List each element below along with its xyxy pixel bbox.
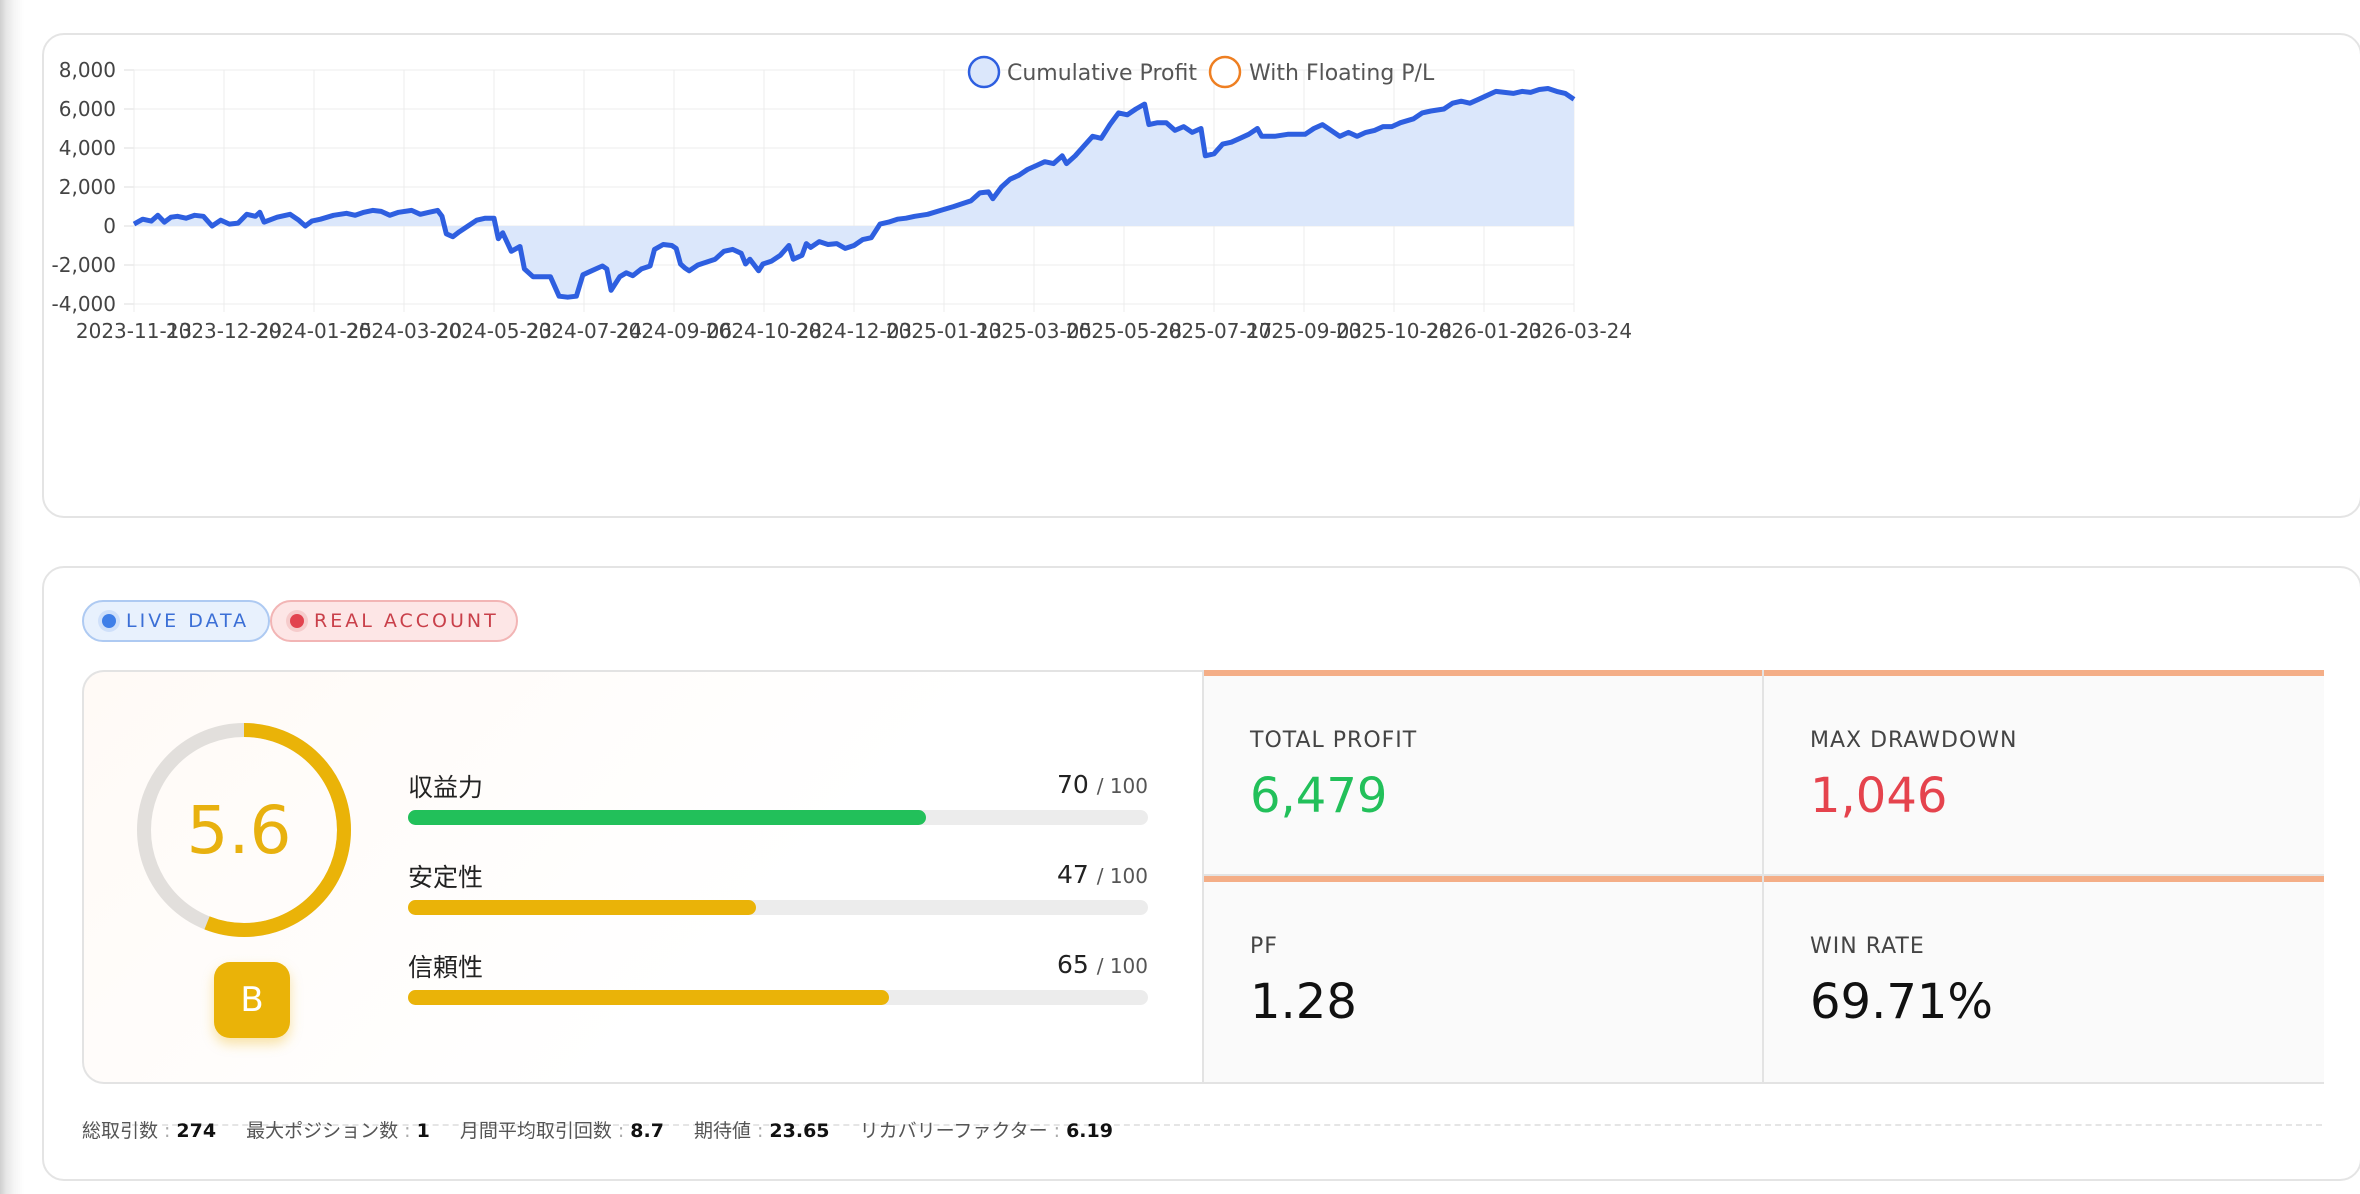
y-tick-label: 2,000 [59,175,116,199]
live-data-badge: LIVE DATA [82,600,270,642]
y-tick-label: -4,000 [52,292,116,316]
summary-value: 23.65 [769,1120,830,1142]
live-data-label: LIVE DATA [126,610,250,632]
tile-accent-bar [1764,670,2324,676]
score-value: 5.6 [186,792,292,869]
metric-name: 収益力 [408,773,484,802]
legend-label-cumulative-profit[interactable]: Cumulative Profit [1007,61,1197,86]
legend-swatch-cumulative-profit[interactable] [967,55,1001,89]
metric-stability: 安定性 47 / 100 [408,858,1148,918]
max-drawdown-value: 1,046 [1810,768,1948,824]
max-drawdown-label: MAX DRAWDOWN [1810,728,2018,753]
x-tick-label: 2026-03-24 [1516,319,1632,343]
live-dot-icon [102,614,116,628]
metric-fill [408,900,756,915]
metric-value: 70 / 100 [1056,770,1148,799]
summary-value: 1 [416,1120,430,1142]
y-tick-label: 0 [103,214,116,238]
tile-accent-bar [1204,670,1762,676]
metric-fill [408,990,889,1005]
total-profit-tile: TOTAL PROFIT 6,479 [1202,670,1762,876]
summary-label: 最大ポジション数 [246,1120,399,1142]
cumulative-profit-chart: 8,0006,0004,0002,0000-2,000-4,0002023-11… [52,55,1632,343]
metric-value: 65 / 100 [1056,950,1148,979]
summary-label: 月間平均取引回数 [459,1120,612,1142]
metric-track [408,990,1148,1005]
legend-swatch-with-floating-pl[interactable] [1208,55,1242,89]
profit-chart-card: 8,000 6,000 4,000 2,000 0 -2,000 -4,000 2023-11… [42,33,2360,518]
max-drawdown-tile: MAX DRAWDOWN 1,046 [1762,670,2324,876]
account-stats-card: LIVE DATA REAL ACCOUNT 5.6 B 収益力 70 / 10… [42,566,2360,1181]
summary-label: リカバリーファクター [859,1120,1048,1142]
win-rate-value: 69.71% [1810,974,1994,1030]
profit-factor-label: PF [1250,934,1278,959]
metric-track [408,810,1148,825]
legend-label-with-floating-pl[interactable]: With Floating P/L [1249,61,1435,86]
metric-profitability: 収益力 70 / 100 [408,768,1148,828]
summary-value: 8.7 [630,1120,664,1142]
tile-accent-bar [1204,876,1762,882]
real-dot-icon [290,614,304,628]
profit-factor-value: 1.28 [1250,974,1357,1030]
metric-fill [408,810,926,825]
score-panel: 5.6 B 収益力 70 / 100 安定性 47 / 100 信頼性 65 /… [82,670,1202,1084]
real-account-badge: REAL ACCOUNT [270,600,518,642]
grade-badge: B [214,962,290,1038]
summary-label: 総取引数 [82,1120,159,1142]
win-rate-tile: WIN RATE 69.71% [1762,876,2324,1084]
summary-value: 6.19 [1066,1120,1113,1142]
metric-value: 47 / 100 [1056,860,1148,889]
y-tick-label: 6,000 [59,97,116,121]
profit-factor-tile: PF 1.28 [1202,876,1762,1084]
y-tick-label: 8,000 [59,58,116,82]
win-rate-label: WIN RATE [1810,934,1925,959]
chart-legend: Cumulative Profit With Floating P/L [967,55,1435,89]
total-profit-label: TOTAL PROFIT [1250,728,1418,753]
real-account-label: REAL ACCOUNT [314,610,499,632]
summary-label: 期待値 [693,1120,751,1142]
total-profit-value: 6,479 [1250,768,1388,824]
metric-name: 信頼性 [408,953,484,982]
y-tick-label: 4,000 [59,136,116,160]
metric-reliability: 信頼性 65 / 100 [408,948,1148,1008]
window-left-edge [0,0,24,1194]
y-tick-label: -2,000 [52,253,116,277]
summary-value: 274 [176,1120,217,1142]
tile-accent-bar [1764,876,2324,882]
metric-track [408,900,1148,915]
metric-name: 安定性 [408,863,484,892]
summary-stats: 総取引数:274 最大ポジション数:1 月間平均取引回数:8.7 期待値:23.… [82,1120,1113,1142]
